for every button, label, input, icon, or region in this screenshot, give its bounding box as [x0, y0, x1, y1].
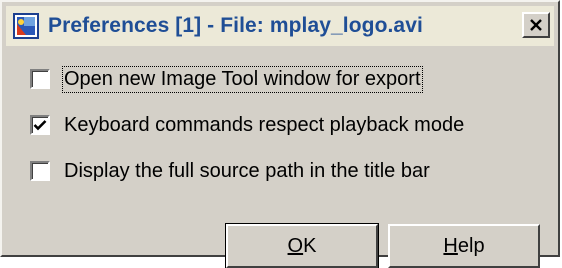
option-label: Open new Image Tool window for export — [62, 65, 423, 93]
option-keyboard-commands[interactable]: Keyboard commands respect playback mode — [30, 110, 464, 140]
checkmark-icon — [33, 120, 47, 131]
title-bar[interactable]: Preferences [1] - File: mplay_logo.avi — [6, 6, 554, 46]
ok-button[interactable]: OK — [225, 223, 379, 268]
help-button-label: Help — [443, 234, 485, 257]
help-button[interactable]: Help — [388, 224, 540, 268]
ok-button-label: OK — [287, 234, 317, 257]
app-icon — [13, 13, 39, 39]
option-label: Display the full source path in the titl… — [64, 159, 430, 182]
checkbox-keyboard-commands[interactable] — [30, 115, 50, 135]
dialog-content: Open new Image Tool window for export Ke… — [6, 48, 554, 268]
option-full-source-path[interactable]: Display the full source path in the titl… — [30, 156, 430, 186]
window-title: Preferences [1] - File: mplay_logo.avi — [48, 14, 423, 37]
checkbox-full-source-path[interactable] — [30, 161, 50, 181]
checkbox-open-image-tool[interactable] — [30, 69, 50, 89]
close-icon — [530, 19, 542, 31]
close-button[interactable] — [522, 12, 550, 38]
preferences-dialog: Preferences [1] - File: mplay_logo.avi O… — [0, 0, 560, 268]
option-open-image-tool[interactable]: Open new Image Tool window for export — [30, 64, 423, 94]
option-label: Keyboard commands respect playback mode — [64, 113, 465, 136]
